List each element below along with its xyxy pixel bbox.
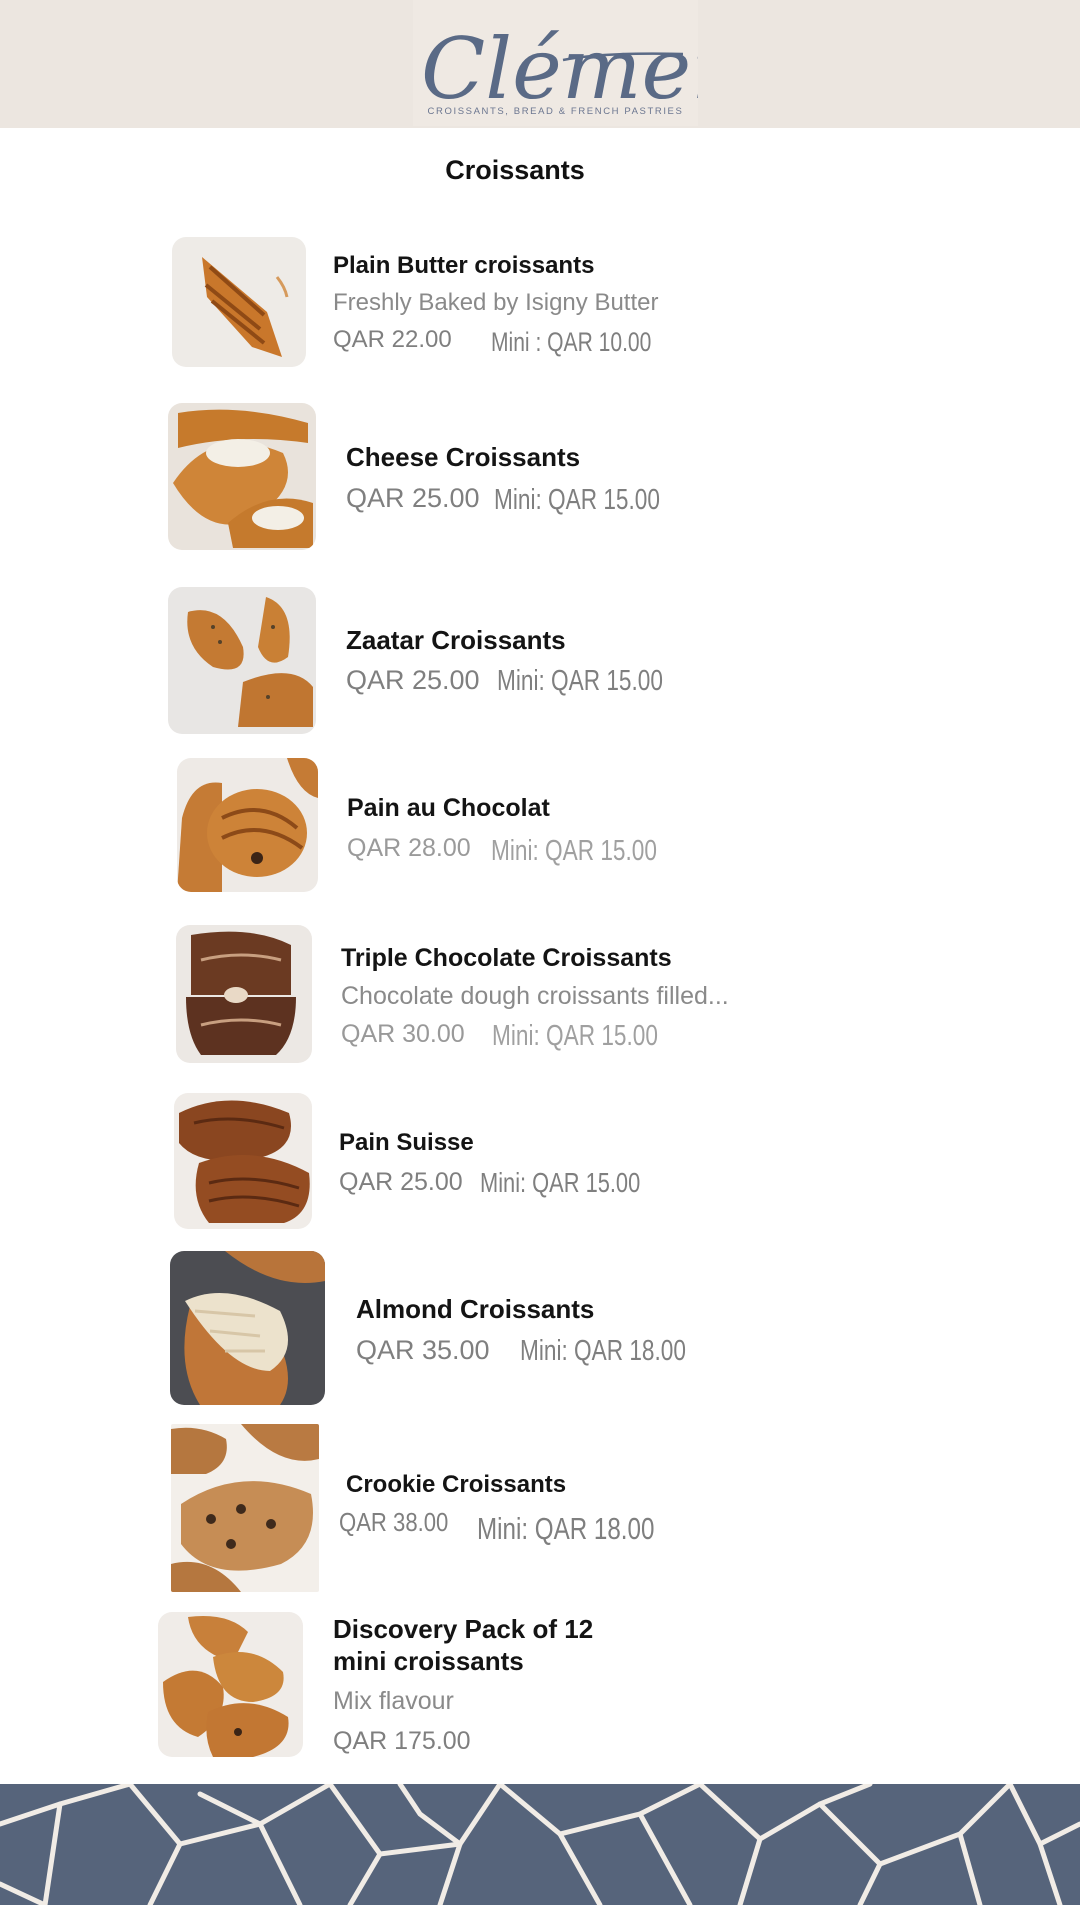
product-price: QAR 38.00 [339,1507,449,1537]
mini-price: Mini: QAR 15.00 [491,835,657,867]
product-price: QAR 25.00 [339,1168,463,1196]
product-name: Pain Suisse [339,1129,474,1156]
product-name: Crookie Croissants [346,1471,567,1498]
crackle-pattern-icon [0,1784,1080,1905]
product-image [172,237,306,367]
product-description: Mix flavour [333,1687,454,1715]
product-name-line2: mini croissants [333,1646,524,1676]
product-image [170,1251,325,1405]
product-price: QAR 35.00 [356,1335,490,1365]
product-name: Pain au Chocolat [347,794,550,822]
product-name: Triple Chocolate Croissants [341,944,672,972]
mini-price: Mini: QAR 15.00 [492,1020,658,1052]
product-image [174,1093,312,1229]
logo-wordmark-icon: Clément [421,20,698,110]
mini-price: Mini: QAR 18.00 [520,1335,686,1367]
mini-price: Mini : QAR 10.00 [491,327,652,357]
footer-pattern [0,1784,1080,1905]
product-name: Discovery Pack of 12 [333,1614,594,1644]
header-banner: Clément CROISSANTS, BREAD & FRENCH PASTR… [0,0,1080,128]
section-title: Croissants [445,155,585,185]
product-name: Almond Croissants [356,1294,595,1324]
logo-text: Clément [421,20,698,110]
product-name: Plain Butter croissants [333,252,595,279]
product-image [168,587,316,734]
product-description: Freshly Baked by Isigny Butter [333,289,659,316]
product-price: QAR 22.00 [333,326,452,353]
product-description: Chocolate dough croissants filled... [341,982,729,1010]
product-image [158,1612,303,1757]
product-name: Cheese Croissants [346,442,581,472]
product-price: QAR 28.00 [347,834,471,862]
brand-logo: Clément CROISSANTS, BREAD & FRENCH PASTR… [413,0,698,126]
product-name: Zaatar Croissants [346,625,566,655]
mini-price: Mini: QAR 15.00 [480,1167,641,1198]
mini-price: Mini: QAR 18.00 [477,1511,655,1546]
product-image [168,403,316,550]
product-image [177,758,318,892]
brand-tagline: CROISSANTS, BREAD & FRENCH PASTRIES [427,106,684,117]
product-price: QAR 175.00 [333,1727,471,1755]
mini-price: Mini: QAR 15.00 [494,484,660,516]
product-price: QAR 25.00 [346,483,480,513]
product-price: QAR 30.00 [341,1020,465,1048]
product-image [171,1424,319,1592]
product-image [176,925,312,1063]
mini-price: Mini: QAR 15.00 [497,665,663,697]
product-price: QAR 25.00 [346,665,480,695]
